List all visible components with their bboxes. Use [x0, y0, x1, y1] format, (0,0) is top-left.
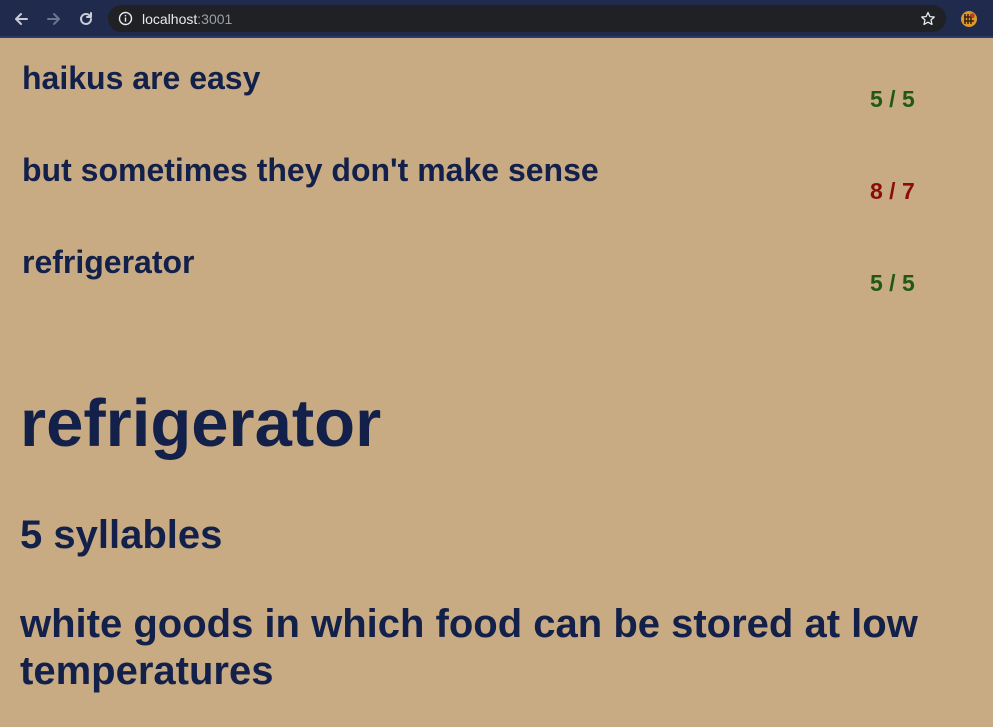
syllable-count-badge: 5 / 5: [870, 270, 915, 296]
syllable-count-badge: 8 / 7: [870, 178, 915, 204]
url-host: localhost: [142, 11, 198, 27]
address-bar[interactable]: localhost:3001: [108, 5, 946, 32]
word-definition: white goods in which food can be stored …: [20, 602, 918, 693]
haiku-line-3: refrigerator 5 / 5: [22, 244, 962, 304]
selected-word-heading: refrigerator: [20, 386, 382, 461]
haiku-line-text: but sometimes they don't make sense: [22, 152, 599, 188]
extension-icon[interactable]: [958, 8, 980, 30]
url-port: :3001: [197, 11, 233, 27]
star-icon[interactable]: [918, 9, 938, 29]
haiku-line-text: refrigerator: [22, 244, 195, 280]
back-arrow-icon[interactable]: [10, 8, 32, 30]
url-text[interactable]: localhost:3001: [142, 11, 232, 27]
syllable-count-badge: 5 / 5: [870, 86, 915, 112]
haiku-line-1: haikus are easy 5 / 5: [22, 60, 962, 120]
haiku-line-text: haikus are easy: [22, 60, 261, 96]
syllable-count-heading: 5 syllables: [20, 513, 223, 557]
reload-icon[interactable]: [75, 8, 97, 30]
forward-arrow-icon[interactable]: [43, 8, 65, 30]
haiku-line-2: but sometimes they don't make sense 8 / …: [22, 152, 962, 212]
browser-toolbar: localhost:3001: [0, 0, 993, 38]
info-icon[interactable]: [118, 11, 133, 26]
